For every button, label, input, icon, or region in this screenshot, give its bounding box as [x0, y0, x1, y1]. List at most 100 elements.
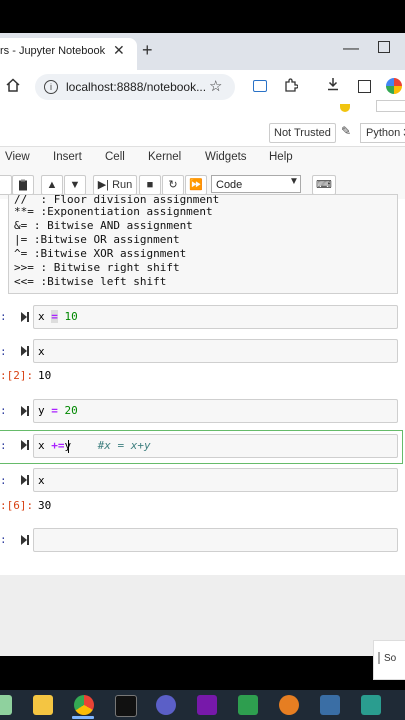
code-num: 20 — [64, 404, 78, 417]
markdown-line: ^= :Bitwise XOR assignment — [14, 247, 187, 260]
restart-run-all-button[interactable]: ⏩ — [185, 175, 207, 195]
code-var: x — [38, 345, 45, 358]
remote-desktop-icon[interactable] — [238, 695, 258, 715]
run-cell-bar — [27, 440, 29, 450]
browser-tab-title: rs - Jupyter Notebook — [0, 45, 106, 57]
run-cell-bar — [27, 406, 29, 416]
site-info-icon[interactable]: i — [44, 80, 58, 94]
notification-text: So — [384, 653, 397, 664]
minimize-icon[interactable]: — — [343, 40, 359, 58]
cell-prompt: : — [0, 404, 7, 417]
onenote-icon[interactable] — [197, 695, 217, 715]
extension-icon[interactable] — [253, 80, 267, 92]
code-var: x — [38, 439, 45, 452]
run-button-label: Run — [112, 179, 133, 191]
page-gutter — [0, 575, 405, 656]
code-cell-input[interactable] — [33, 339, 398, 363]
chevron-down-icon: ▼ — [289, 176, 299, 187]
cell-prompt: : — [0, 310, 7, 323]
code-text: x = 10 — [38, 310, 78, 323]
code-cell-input[interactable] — [33, 468, 398, 492]
run-button[interactable]: ▶| Run — [93, 175, 137, 195]
output-value: 30 — [38, 499, 52, 512]
active-app-indicator — [72, 716, 94, 719]
code-cell-input[interactable] — [33, 305, 398, 329]
video-app-icon[interactable] — [320, 695, 340, 715]
keyboard-shortcuts-button[interactable]: ⌨ — [312, 175, 336, 195]
arrow-up-icon: ▲ — [46, 179, 58, 191]
cell-type-select[interactable]: Code — [211, 175, 301, 193]
not-trusted-button[interactable]: Not Trusted — [269, 123, 336, 143]
output-value: 10 — [38, 369, 52, 382]
code-comment: #x = x+y — [97, 439, 151, 452]
restart-icon: ↻ — [168, 179, 178, 191]
code-cell-input[interactable] — [33, 528, 398, 552]
menu-widgets[interactable]: Widgets — [205, 151, 247, 163]
run-cell-bar — [27, 535, 29, 545]
taskbar-app-icon[interactable] — [0, 695, 12, 715]
paste-button[interactable] — [12, 175, 34, 195]
keyboard-icon: ⌨ — [316, 179, 332, 191]
cell-prompt: : — [0, 439, 7, 452]
code-var: y — [38, 404, 45, 417]
code-var: x — [38, 310, 45, 323]
terminal-icon[interactable] — [115, 695, 137, 717]
teams-icon[interactable] — [156, 695, 176, 715]
logout-button[interactable] — [376, 100, 405, 112]
edit-pencil-icon[interactable]: ✎ — [341, 124, 351, 138]
new-tab-button[interactable]: + — [142, 40, 153, 61]
output-prompt: :[6]: — [0, 499, 34, 512]
download-icon[interactable] — [326, 77, 340, 91]
side-panel-icon[interactable] — [358, 80, 371, 93]
menu-cell[interactable]: Cell — [105, 151, 125, 163]
move-down-button[interactable]: ▼ — [64, 175, 86, 195]
paste-icon — [19, 179, 27, 191]
url-text: localhost:8888/notebook... — [66, 80, 207, 94]
run-cell-bar — [27, 312, 29, 322]
cell-prompt: : — [0, 345, 7, 358]
stop-icon: ■ — [146, 179, 154, 191]
markdown-line: <<= :Bitwise left shift — [14, 275, 167, 288]
sync-app-icon[interactable] — [279, 695, 299, 715]
code-cell-input[interactable] — [33, 399, 398, 423]
fast-forward-icon: ⏩ — [189, 179, 203, 191]
chrome-icon[interactable] — [74, 695, 94, 715]
arrow-down-icon: ▼ — [69, 179, 81, 191]
menu-view[interactable]: View — [5, 151, 30, 163]
extensions-puzzle-icon[interactable] — [284, 78, 298, 92]
kernel-indicator[interactable]: Python 3 — [360, 123, 405, 143]
markdown-line: |= :Bitwise OR assignment — [14, 233, 180, 246]
code-text: x +=y #x = x+y — [38, 439, 151, 452]
files-app-icon[interactable] — [361, 695, 381, 715]
menu-insert[interactable]: Insert — [53, 151, 82, 163]
menu-kernel[interactable]: Kernel — [148, 151, 181, 163]
text-cursor — [68, 440, 69, 453]
output-prompt: :[2]: — [0, 369, 34, 382]
cell-prompt: : — [0, 533, 7, 546]
code-op: = — [51, 404, 58, 417]
run-cell-bar — [27, 346, 29, 356]
cell-prompt: : — [0, 474, 7, 487]
run-cell-bar — [27, 475, 29, 485]
restart-button[interactable]: ↻ — [162, 175, 184, 195]
code-op: += — [51, 439, 65, 452]
run-icon: ▶| — [97, 179, 110, 191]
markdown-line: **= :Exponentiation assignment — [14, 205, 213, 218]
profile-avatar-icon[interactable] — [386, 78, 402, 94]
file-explorer-icon[interactable] — [33, 695, 53, 715]
menu-help[interactable]: Help — [269, 151, 293, 163]
code-var: x — [38, 474, 45, 487]
interrupt-button[interactable]: ■ — [139, 175, 161, 195]
maximize-icon[interactable] — [378, 41, 390, 53]
copy-button[interactable] — [0, 175, 12, 195]
move-up-button[interactable]: ▲ — [41, 175, 63, 195]
tab-close-icon[interactable]: ✕ — [113, 42, 125, 59]
home-icon[interactable] — [6, 78, 20, 92]
notification-bar — [378, 652, 380, 664]
bookmark-star-icon[interactable]: ☆ — [209, 77, 222, 95]
markdown-line: &= : Bitwise AND assignment — [14, 219, 193, 232]
code-text: y = 20 — [38, 404, 78, 417]
markdown-line: >>= : Bitwise right shift — [14, 261, 180, 274]
code-op: = — [51, 310, 58, 323]
code-num: 10 — [64, 310, 78, 323]
